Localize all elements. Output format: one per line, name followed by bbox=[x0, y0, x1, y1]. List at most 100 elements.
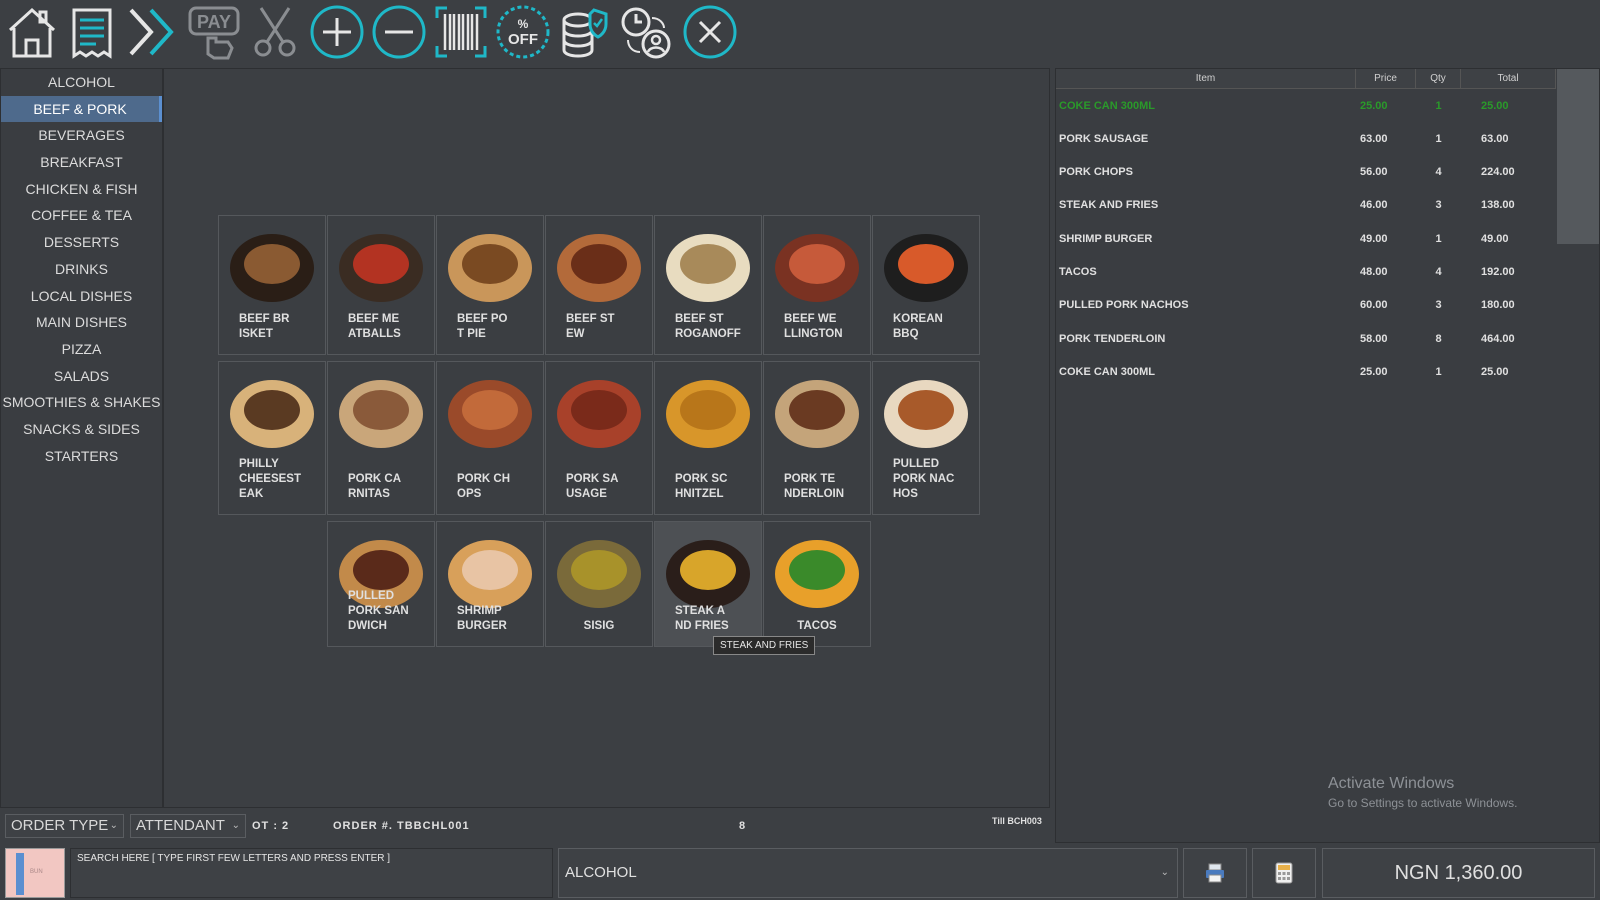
product-label-line: PULLED bbox=[348, 590, 394, 602]
order-row[interactable]: PORK SAUSAGE 63.00 1 63.00 bbox=[1056, 122, 1556, 155]
category-item[interactable]: MAIN DISHES bbox=[1, 309, 162, 336]
product-tile[interactable]: BEEF PO T PIE bbox=[436, 215, 544, 355]
product-label-line: EAK bbox=[239, 488, 264, 500]
category-item[interactable]: CHICKEN & FISH bbox=[1, 176, 162, 203]
category-item[interactable]: PIZZA bbox=[1, 336, 162, 363]
order-row[interactable]: STEAK AND FRIES 46.00 3 138.00 bbox=[1056, 189, 1556, 222]
product-tile[interactable]: PORK CH OPS bbox=[436, 361, 544, 515]
product-tile[interactable]: PULLED PORK NAC HOS bbox=[872, 361, 980, 515]
product-tile[interactable]: PHILLY CHEESEST EAK bbox=[218, 361, 326, 515]
product-tile[interactable]: STEAK A ND FRIES bbox=[654, 521, 762, 647]
order-cell-total: 464.00 bbox=[1481, 332, 1515, 345]
order-cell-price: 63.00 bbox=[1360, 132, 1388, 145]
category-item[interactable]: BEVERAGES bbox=[1, 122, 162, 149]
order-cell-total: 224.00 bbox=[1481, 166, 1515, 179]
order-row[interactable]: SHRIMP BURGER 49.00 1 49.00 bbox=[1056, 222, 1556, 255]
order-row[interactable]: COKE CAN 300ML 25.00 1 25.00 bbox=[1056, 355, 1556, 388]
pork-schnitzel-image bbox=[666, 380, 750, 448]
order-cell-price: 49.00 bbox=[1360, 232, 1388, 245]
order-scrollbar[interactable] bbox=[1557, 69, 1599, 244]
barcode-button[interactable] bbox=[432, 2, 490, 62]
category-select[interactable]: ALCOHOL ⌄ bbox=[558, 848, 1178, 898]
category-item[interactable]: LOCAL DISHES bbox=[1, 283, 162, 310]
product-label-line: PORK SA bbox=[566, 473, 619, 485]
pay-button[interactable]: PAY bbox=[185, 2, 243, 62]
product-tile[interactable]: PULLED PORK SAN DWICH bbox=[327, 521, 435, 647]
remove-button[interactable] bbox=[370, 2, 428, 62]
category-item[interactable]: SNACKS & SIDES bbox=[1, 416, 162, 443]
header-item[interactable]: Item bbox=[1056, 69, 1356, 89]
product-label-line: ISKET bbox=[239, 328, 273, 340]
discount-button[interactable]: % OFF bbox=[494, 2, 552, 62]
category-item[interactable]: SMOOTHIES & SHAKES bbox=[1, 389, 162, 416]
product-tile[interactable]: SHRIMP BURGER bbox=[436, 521, 544, 647]
product-label-line: RNITAS bbox=[348, 488, 390, 500]
split-button[interactable] bbox=[246, 2, 304, 62]
category-item[interactable]: COFFEE & TEA bbox=[1, 202, 162, 229]
product-label: BEEF WE LLINGTON bbox=[784, 312, 864, 342]
product-label: PORK SA USAGE bbox=[566, 472, 646, 502]
order-cell-item: TACOS bbox=[1059, 266, 1097, 278]
header-price[interactable]: Price bbox=[1356, 69, 1416, 89]
category-item[interactable]: BEEF & PORK bbox=[1, 95, 162, 123]
product-label-line: DWICH bbox=[348, 620, 387, 632]
category-item[interactable]: DRINKS bbox=[1, 256, 162, 283]
product-tile[interactable]: PORK SA USAGE bbox=[545, 361, 653, 515]
product-label: BEEF ST EW bbox=[566, 312, 646, 342]
product-tile[interactable]: BEEF ME ATBALLS bbox=[327, 215, 435, 355]
product-tile[interactable]: BEEF ST ROGANOFF bbox=[654, 215, 762, 355]
search-input[interactable]: SEARCH HERE [ TYPE FIRST FEW LETTERS AND… bbox=[70, 848, 553, 898]
product-label-line: EW bbox=[566, 328, 585, 340]
product-label: PHILLY CHEESEST EAK bbox=[239, 457, 319, 502]
order-row[interactable]: TACOS 48.00 4 192.00 bbox=[1056, 256, 1556, 289]
product-label: PORK SC HNITZEL bbox=[675, 472, 755, 502]
product-label-line: OPS bbox=[457, 488, 482, 500]
panel-splitter[interactable]: ⋮ bbox=[1051, 445, 1061, 462]
product-tile[interactable]: KOREAN BBQ bbox=[872, 215, 980, 355]
product-tile[interactable]: TACOS bbox=[763, 521, 871, 647]
product-tile[interactable]: SISIG bbox=[545, 521, 653, 647]
print-button[interactable] bbox=[1183, 848, 1247, 898]
category-item[interactable]: ALCOHOL bbox=[1, 69, 162, 96]
product-label: BEEF ME ATBALLS bbox=[348, 312, 428, 342]
item-thumbnail[interactable]: BUN bbox=[5, 848, 65, 898]
header-total[interactable]: Total bbox=[1461, 69, 1556, 89]
header-qty[interactable]: Qty bbox=[1416, 69, 1461, 89]
order-cell-total: 63.00 bbox=[1481, 132, 1509, 145]
beef-pot-pie-image bbox=[448, 234, 532, 302]
close-button[interactable] bbox=[681, 2, 739, 62]
sisig-image bbox=[557, 540, 641, 608]
order-cell-price: 48.00 bbox=[1360, 266, 1388, 278]
add-button[interactable] bbox=[308, 2, 366, 62]
forward-button[interactable] bbox=[124, 2, 182, 62]
category-item[interactable]: STARTERS bbox=[1, 443, 162, 470]
order-type-dropdown[interactable]: ORDER TYPE ⌄ bbox=[5, 814, 124, 838]
product-label: SHRIMP BURGER bbox=[457, 604, 537, 634]
order-cell-price: 46.00 bbox=[1360, 199, 1388, 212]
korean-bbq-image bbox=[884, 234, 968, 302]
product-tile[interactable]: BEEF BR ISKET bbox=[218, 215, 326, 355]
calculator-button[interactable] bbox=[1252, 848, 1316, 898]
category-item[interactable]: BREAKFAST bbox=[1, 149, 162, 176]
product-tile[interactable]: PORK TE NDERLOIN bbox=[763, 361, 871, 515]
category-item[interactable]: SALADS bbox=[1, 363, 162, 390]
order-row[interactable]: PORK TENDERLOIN 58.00 8 464.00 bbox=[1056, 322, 1556, 355]
category-select-value: ALCOHOL bbox=[565, 864, 637, 881]
order-row[interactable]: COKE CAN 300ML 25.00 1 25.00 bbox=[1056, 89, 1556, 122]
category-item[interactable]: DESSERTS bbox=[1, 229, 162, 256]
product-tile[interactable]: BEEF ST EW bbox=[545, 215, 653, 355]
receipt-button[interactable] bbox=[63, 2, 121, 62]
product-tile[interactable]: PORK SC HNITZEL bbox=[654, 361, 762, 515]
order-row[interactable]: PORK CHOPS 56.00 4 224.00 bbox=[1056, 156, 1556, 189]
order-cell-total: 180.00 bbox=[1481, 299, 1515, 312]
database-button[interactable] bbox=[555, 2, 613, 62]
shift-button[interactable] bbox=[617, 2, 675, 62]
order-table-header: Item Price Qty Total bbox=[1056, 69, 1556, 89]
order-row[interactable]: PULLED PORK NACHOS 60.00 3 180.00 bbox=[1056, 289, 1556, 322]
home-button[interactable] bbox=[3, 2, 61, 62]
attendant-dropdown[interactable]: ATTENDANT ⌄ bbox=[130, 814, 246, 838]
product-tile[interactable]: BEEF WE LLINGTON bbox=[763, 215, 871, 355]
discount-off-text: OFF bbox=[508, 31, 538, 48]
product-tile[interactable]: PORK CA RNITAS bbox=[327, 361, 435, 515]
order-type-label: ORDER TYPE bbox=[11, 817, 109, 834]
